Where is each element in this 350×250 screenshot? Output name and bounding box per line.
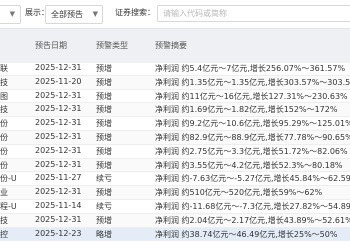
stock-name[interactable]: 份 bbox=[0, 160, 16, 171]
forecast-date: 2025-12-31 bbox=[35, 90, 82, 100]
forecast-date: 2025-12-23 bbox=[35, 228, 82, 238]
warning-type: 预增 bbox=[96, 105, 112, 115]
stock-name[interactable]: 份 bbox=[0, 118, 16, 129]
warning-summary: 净利润 约1.69亿元～1.82亿元,增长152%～172% bbox=[155, 105, 338, 115]
table-row[interactable]: 联 2025-12-31 预增 净利润 约5.4亿元～7亿元,增长256.07%… bbox=[0, 62, 350, 76]
header-summary[interactable]: 预警摘要 bbox=[155, 40, 187, 51]
display-select-value: 全部预告 bbox=[51, 10, 83, 19]
stock-name[interactable]: 图 bbox=[0, 91, 16, 102]
warning-type: 预增 bbox=[96, 132, 112, 142]
table-body: 联 2025-12-31 预增 净利润 约5.4亿元～7亿元,增长256.07%… bbox=[0, 62, 350, 242]
stock-name[interactable]: 技 bbox=[0, 77, 16, 88]
table-row[interactable]: 份-U 2025-11-27 续亏 净利润 约-7.63亿元～-5.27亿元,增… bbox=[0, 172, 350, 187]
chevron-down-icon: ▼ bbox=[9, 10, 15, 18]
warning-summary: 净利润 约-7.63亿元～-5.27亿元,增长45.84%～62.59 bbox=[155, 174, 350, 184]
warning-summary: 净利润 约11亿元～16亿元,增长127.31%～230.63% bbox=[155, 91, 348, 101]
warning-summary: 净利润 约82.9亿元～88.9亿元,增长77.78%～90.65% bbox=[155, 132, 350, 142]
forecast-date: 2025-12-31 bbox=[35, 63, 82, 72]
forecast-date: 2025-11-27 bbox=[35, 173, 82, 183]
table-row[interactable]: 份 2025-12-31 预增 净利润 约9.2亿元～10.6亿元,增长95.2… bbox=[0, 117, 350, 131]
table-row[interactable]: 技 2025-12-31 预增 净利润 约1.69亿元～1.82亿元,增长152… bbox=[0, 103, 350, 118]
table-row[interactable]: 业 2025-12-31 预增 净利润 约510亿元～520亿元,增长59%～6… bbox=[0, 186, 350, 200]
table-row[interactable]: 技 2025-11-20 预增 净利润 约1.35亿元～1.35亿元,增长303… bbox=[0, 75, 350, 90]
table-row[interactable]: 份 2025-12-31 预增 净利润 约2.75亿元～3.3亿元,增长51.7… bbox=[0, 145, 350, 159]
table-row[interactable]: 份 2025-12-31 预增 净利润 约82.9亿元～88.9亿元,增长77.… bbox=[0, 130, 350, 145]
forecast-date: 2025-12-31 bbox=[35, 104, 82, 114]
table-row[interactable]: 程-U 2025-11-14 续亏 净利润 约-11.68亿元～-7.3亿元,增… bbox=[0, 200, 350, 214]
warning-summary: 净利润 约38.74亿元～46.49亿元,增长25%～50% bbox=[155, 229, 338, 239]
table-row[interactable]: 份 2025-12-31 预增 净利润 约3.55亿元～4.2亿元,增长52.3… bbox=[0, 158, 350, 173]
warning-type: 预增 bbox=[96, 91, 112, 101]
stock-name[interactable]: 技 bbox=[0, 104, 16, 115]
table-header: 预告日期 预警类型 预警摘要 bbox=[0, 28, 350, 63]
warning-type: 预增 bbox=[96, 160, 112, 170]
header-type[interactable]: 预警类型 bbox=[96, 40, 128, 51]
forecast-date: 2025-12-31 bbox=[35, 159, 82, 169]
table-row[interactable]: 技 2025-12-31 预增 净利润 约2.04亿元～2.17亿元,增长43.… bbox=[0, 213, 350, 228]
stock-name[interactable]: 份-U bbox=[0, 173, 16, 184]
warning-summary: 净利润 约1.35亿元～1.35亿元,增长303.57%～303.5 bbox=[155, 77, 350, 87]
display-select[interactable]: 全部预告 ▼ bbox=[45, 5, 103, 24]
stock-name[interactable]: 业 bbox=[0, 187, 16, 198]
warning-summary: 净利润 约5.4亿元～7亿元,增长256.07%～361.57% bbox=[155, 64, 346, 73]
stock-name[interactable]: 程-U bbox=[0, 201, 16, 212]
stock-name[interactable]: 联 bbox=[0, 63, 16, 74]
chevron-down-icon: ▼ bbox=[92, 10, 98, 18]
left-dropdown[interactable]: ▼ bbox=[0, 5, 21, 24]
warning-summary: 净利润 约2.75亿元～3.3亿元,增长51.72%～82.06% bbox=[155, 146, 348, 156]
warning-type: 预增 bbox=[96, 119, 112, 129]
warning-type: 预增 bbox=[96, 188, 112, 198]
forecast-date: 2025-11-14 bbox=[35, 200, 82, 210]
forecast-date: 2025-12-31 bbox=[35, 187, 82, 197]
toolbar: ▼ 展示： 全部预告 ▼ 证券搜索： bbox=[0, 0, 350, 28]
warning-type: 略增 bbox=[96, 229, 112, 239]
warning-summary: 净利润 约9.2亿元～10.6亿元,增长95.29%～125.01% bbox=[155, 119, 350, 129]
warning-summary: 净利润 约510亿元～520亿元,增长59%～62% bbox=[155, 188, 323, 198]
stock-name[interactable]: 份 bbox=[0, 146, 16, 157]
search-label: 证券搜索： bbox=[115, 8, 155, 17]
warning-summary: 净利润 约3.55亿元～4.2亿元,增长52.3%～80.18% bbox=[155, 160, 343, 170]
warning-type: 续亏 bbox=[96, 174, 112, 184]
header-date[interactable]: 预告日期 bbox=[35, 40, 67, 51]
stock-name[interactable]: 技 bbox=[0, 215, 16, 226]
warning-type: 预增 bbox=[96, 64, 112, 73]
table-row[interactable]: 图 2025-12-31 预增 净利润 约11亿元～16亿元,增长127.31%… bbox=[0, 90, 350, 104]
warning-type: 预增 bbox=[96, 146, 112, 156]
forecast-date: 2025-12-31 bbox=[35, 118, 82, 128]
warning-summary: 净利润 约-11.68亿元～-7.3亿元,增长27.82%～54.89 bbox=[155, 201, 350, 211]
stock-name[interactable]: 份 bbox=[0, 132, 16, 143]
table-row-selected[interactable]: 控 2025-12-23 略增 净利润 约38.74亿元～46.49亿元,增长2… bbox=[0, 227, 350, 242]
warning-type: 预增 bbox=[96, 215, 112, 225]
search-input[interactable] bbox=[157, 5, 350, 22]
forecast-date: 2025-12-31 bbox=[35, 131, 82, 141]
forecast-date: 2025-12-31 bbox=[35, 214, 82, 224]
stock-name[interactable]: 控 bbox=[0, 229, 16, 240]
forecast-date: 2025-11-20 bbox=[35, 76, 82, 86]
warning-type: 预增 bbox=[96, 77, 112, 87]
forecast-date: 2025-12-31 bbox=[35, 145, 82, 155]
warning-type: 续亏 bbox=[96, 201, 112, 211]
warning-summary: 净利润 约2.04亿元～2.17亿元,增长43.89%～52.61% bbox=[155, 215, 350, 225]
